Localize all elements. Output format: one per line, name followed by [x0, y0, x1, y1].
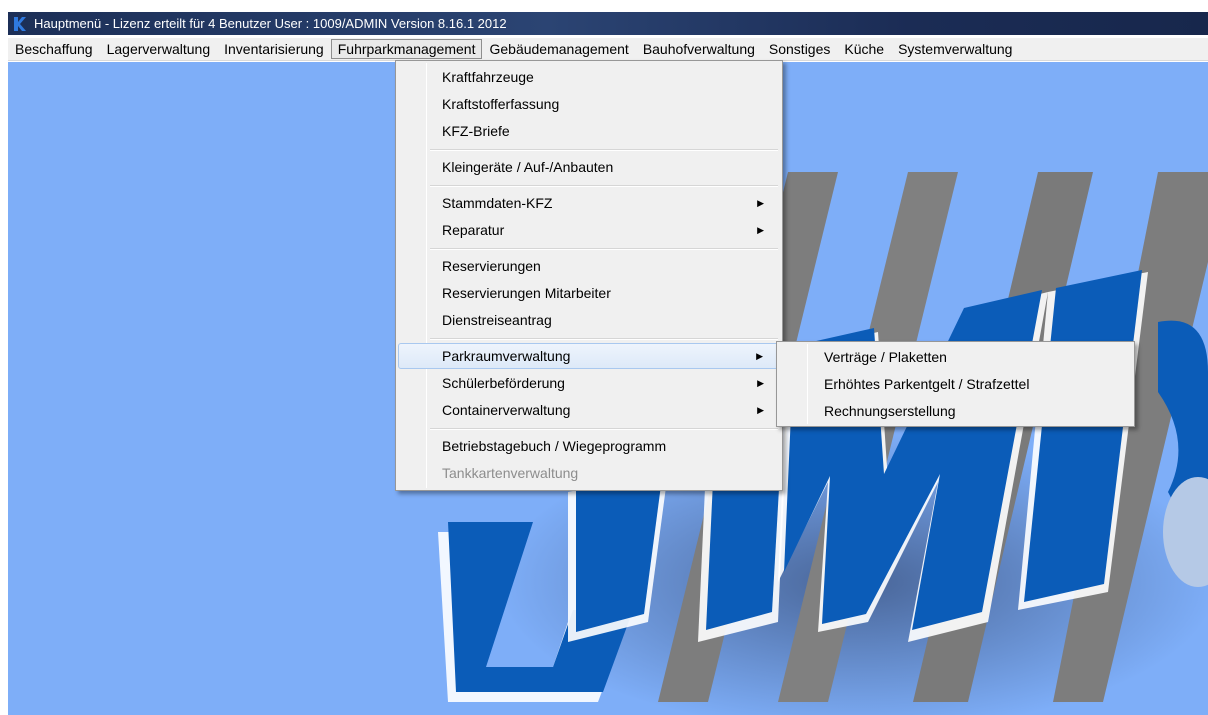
menu-item-stammdaten-kfz[interactable]: Stammdaten-KFZ ▶	[398, 190, 780, 216]
k-logo-icon	[12, 14, 28, 33]
menu-item-parkraumverwaltung[interactable]: Parkraumverwaltung ▶	[398, 343, 780, 369]
menu-item-betriebstagebuch[interactable]: Betriebstagebuch / Wiegeprogramm	[398, 433, 780, 459]
menu-item-label: Containerverwaltung	[442, 402, 571, 418]
menu-sonstiges[interactable]: Sonstiges	[762, 39, 837, 59]
menu-item-kraftfahrzeuge[interactable]: Kraftfahrzeuge	[398, 64, 780, 90]
menu-separator	[430, 428, 778, 430]
submenu-item-vertraege-plaketten[interactable]: Verträge / Plaketten	[779, 344, 1132, 370]
menu-item-kraftstofferfassung[interactable]: Kraftstofferfassung	[398, 91, 780, 117]
submenu-item-rechnungserstellung[interactable]: Rechnungserstellung	[779, 398, 1132, 424]
menu-inventarisierung[interactable]: Inventarisierung	[217, 39, 331, 59]
title-bar: Hauptmenü - Lizenz erteilt für 4 Benutze…	[8, 12, 1208, 35]
menu-item-kfz-briefe[interactable]: KFZ-Briefe	[398, 118, 780, 144]
menu-separator	[430, 185, 778, 187]
fuhrpark-dropdown-menu: Kraftfahrzeuge Kraftstofferfassung KFZ-B…	[395, 60, 783, 491]
menu-item-reservierungen-mitarbeiter[interactable]: Reservierungen Mitarbeiter	[398, 280, 780, 306]
menu-item-reservierungen[interactable]: Reservierungen	[398, 253, 780, 279]
menu-bauhofverwaltung[interactable]: Bauhofverwaltung	[636, 39, 762, 59]
menu-item-label: Parkraumverwaltung	[442, 348, 571, 364]
menu-separator	[430, 338, 778, 340]
menu-item-schuelerbefoerderung[interactable]: Schülerbeförderung ▶	[398, 370, 780, 396]
menu-systemverwaltung[interactable]: Systemverwaltung	[891, 39, 1019, 59]
submenu-item-parkentgelt-strafzettel[interactable]: Erhöhtes Parkentgelt / Strafzettel	[779, 371, 1132, 397]
parkraum-submenu: Verträge / Plaketten Erhöhtes Parkentgel…	[776, 341, 1135, 427]
menu-item-label: Reparatur	[442, 222, 505, 238]
menu-item-containerverwaltung[interactable]: Containerverwaltung ▶	[398, 397, 780, 423]
menu-item-dienstreiseantrag[interactable]: Dienstreiseantrag	[398, 307, 780, 333]
menu-beschaffung[interactable]: Beschaffung	[8, 39, 100, 59]
menu-kueche[interactable]: Küche	[837, 39, 891, 59]
submenu-arrow-icon: ▶	[757, 378, 764, 388]
menu-bar: Beschaffung Lagerverwaltung Inventarisie…	[8, 38, 1208, 61]
menu-lagerverwaltung[interactable]: Lagerverwaltung	[100, 39, 218, 59]
menu-separator	[430, 248, 778, 250]
menu-gebaeudemanagement[interactable]: Gebäudemanagement	[482, 39, 635, 59]
submenu-arrow-icon: ▶	[757, 225, 764, 235]
menu-item-label: Stammdaten-KFZ	[442, 195, 553, 211]
menu-fuhrparkmanagement[interactable]: Fuhrparkmanagement	[330, 39, 483, 59]
menu-item-label: Schülerbeförderung	[442, 375, 565, 391]
menu-item-tankkartenverwaltung: Tankkartenverwaltung	[442, 465, 579, 481]
menu-separator	[430, 149, 778, 151]
window-title: Hauptmenü - Lizenz erteilt für 4 Benutze…	[34, 16, 507, 31]
submenu-arrow-icon: ▶	[757, 198, 764, 208]
menu-item-reparatur[interactable]: Reparatur ▶	[398, 217, 780, 243]
menu-item-kleingeraete[interactable]: Kleingeräte / Auf-/Anbauten	[398, 154, 780, 180]
submenu-arrow-icon: ▶	[757, 405, 764, 415]
submenu-arrow-icon: ▶	[756, 351, 763, 361]
